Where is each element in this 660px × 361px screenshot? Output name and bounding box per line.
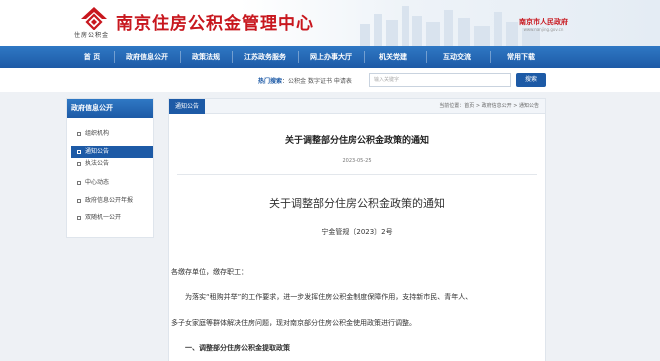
article-title: 关于调整部分住房公积金政策的通知: [284, 136, 429, 146]
sidebar-item-enforcement[interactable]: 执法公告: [71, 158, 153, 170]
sidebar-item-label: 双随机一公开: [85, 214, 122, 221]
bullet-icon: [77, 150, 81, 154]
nav-jiangsu-services[interactable]: 江苏政务服务: [236, 46, 294, 68]
breadcrumb-prefix: 当前位置：: [439, 103, 465, 109]
nav-divider: [180, 51, 181, 63]
article-subtitle: 关于调整部分住房公积金政策的通知: [269, 197, 445, 210]
divider: [177, 174, 537, 175]
sidebar: 政府信息公开 组织机构 通知公告 执法公告 中心动态 政府信息公开年报 双随机一…: [66, 98, 154, 238]
section-heading: 一、调整部分住房公积金提取政策: [185, 344, 290, 352]
nav-interaction[interactable]: 互动交流: [432, 46, 482, 68]
main-nav: 首 页 政府信息公开 政策法规 江苏政务服务 网上办事大厅 机关党建 互动交流 …: [0, 46, 660, 68]
sidebar-item-notices[interactable]: 通知公告: [71, 146, 153, 158]
site-header: 住房公积金 南京住房公积金管理中心 南京市人民政府 www.nanjing.go…: [0, 0, 660, 46]
paragraph-line: 为落实“租购并举”的工作要求，进一步发挥住房公积金制度保障作用，支持新市民、青年…: [185, 293, 473, 301]
nav-party[interactable]: 机关党建: [368, 46, 418, 68]
gov-name: 南京市人民政府: [519, 18, 568, 26]
nav-policy[interactable]: 政策法规: [184, 46, 228, 68]
sidebar-heading: 政府信息公开: [67, 99, 153, 118]
nav-divider: [114, 51, 115, 63]
nav-divider: [232, 51, 233, 63]
sidebar-item-label: 政府信息公开年报: [85, 197, 134, 204]
hot-search-label: 热门搜索：公积金 数字证书 申请表: [258, 76, 352, 85]
nav-divider: [364, 51, 365, 63]
bullet-icon: [77, 199, 81, 203]
nav-divider: [298, 51, 299, 63]
bullet-icon: [77, 216, 81, 220]
nav-downloads[interactable]: 常用下载: [496, 46, 546, 68]
article-date: 2023-05-25: [342, 158, 372, 164]
hot-search-bar: 热门搜索：公积金 数字证书 申请表 输入关键字 搜索: [0, 68, 660, 92]
sidebar-item-annual-report[interactable]: 政府信息公开年报: [71, 195, 153, 207]
logo-subtitle: 住房公积金: [74, 32, 110, 39]
article-panel: 通知公告 当前位置：首页 > 政府信息公开 > 通知公告 关于调整部分住房公积金…: [168, 98, 546, 361]
sidebar-item-label: 通知公告: [85, 148, 110, 155]
sidebar-item-label: 组织机构: [85, 130, 110, 137]
hot-search-title: 热门搜索: [258, 78, 283, 85]
hot-search-terms[interactable]: 公积金 数字证书 申请表: [288, 78, 352, 85]
breadcrumb: 当前位置：首页 > 政府信息公开 > 通知公告: [439, 99, 539, 114]
search-button[interactable]: 搜索: [516, 73, 546, 87]
sidebar-item-label: 执法公告: [85, 160, 110, 167]
sidebar-item-news[interactable]: 中心动态: [71, 177, 153, 189]
sidebar-item-label: 中心动态: [85, 179, 110, 186]
nav-gov-info[interactable]: 政府信息公开: [118, 46, 176, 68]
search-input[interactable]: 输入关键字: [369, 73, 511, 87]
content-tabbar: 通知公告 当前位置：首页 > 政府信息公开 > 通知公告: [169, 99, 545, 114]
housing-fund-logo-icon: [81, 7, 107, 30]
site-title[interactable]: 南京住房公积金管理中心: [116, 9, 314, 34]
breadcrumb-path[interactable]: 首页 > 政府信息公开 > 通知公告: [464, 103, 539, 109]
nav-divider: [426, 51, 427, 63]
nav-home[interactable]: 首 页: [72, 46, 112, 68]
bullet-icon: [77, 181, 81, 185]
sidebar-item-organization[interactable]: 组织机构: [71, 128, 153, 140]
document-number: 宁金管规〔2023〕2号: [321, 228, 393, 236]
gov-url: www.nanjing.gov.cn: [523, 27, 564, 32]
gov-link[interactable]: 南京市人民政府 www.nanjing.gov.cn: [519, 17, 568, 32]
salutation: 各缴存单位，缴存职工：: [171, 268, 248, 276]
bullet-icon: [77, 132, 81, 136]
paragraph-line: 多子女家庭等群体解决住房问题，现对南京部分住房公积金使用政策进行调整。: [171, 319, 416, 327]
nav-divider: [490, 51, 491, 63]
sidebar-item-random-inspection[interactable]: 双随机一公开: [71, 212, 153, 224]
tab-notices[interactable]: 通知公告: [169, 99, 205, 114]
bullet-icon: [77, 162, 81, 166]
nav-online-hall[interactable]: 网上办事大厅: [302, 46, 360, 68]
